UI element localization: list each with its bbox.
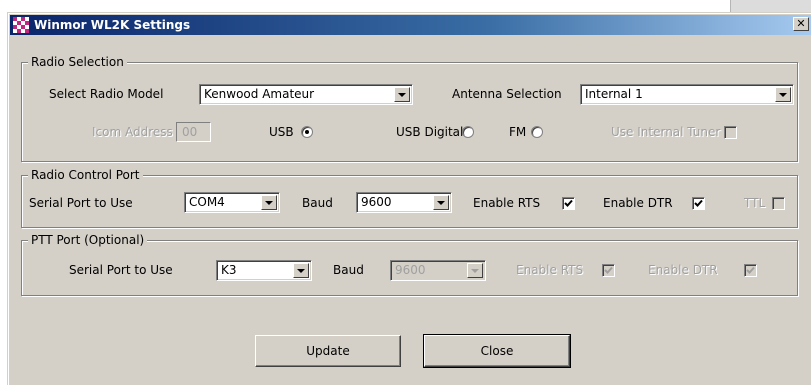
close-icon: ✕: [796, 17, 806, 30]
control-ttl-checkbox[interactable]: [772, 197, 785, 210]
radio-control-port-group: Radio Control Port Serial Port to Use CO…: [21, 168, 798, 228]
ptt-serial-port-select[interactable]: K3: [216, 260, 312, 281]
close-window-button[interactable]: ✕: [793, 17, 809, 31]
ptt-dtr-label: Enable DTR: [648, 263, 718, 277]
checkmark-icon: [604, 266, 613, 274]
fm-mode-label: FM: [509, 125, 527, 139]
usb-mode-radio[interactable]: [301, 126, 313, 138]
internal-tuner-label: Use Internal Tuner: [611, 125, 721, 139]
ptt-baud-value: 9600: [395, 263, 426, 277]
update-button[interactable]: Update: [255, 335, 401, 367]
antenna-selection-label: Antenna Selection: [452, 87, 562, 101]
fm-mode-radio[interactable]: [531, 126, 543, 138]
control-rts-label: Enable RTS: [473, 196, 541, 210]
control-dtr-checkbox[interactable]: [692, 197, 705, 210]
background-tab: [730, 0, 811, 12]
control-ttl-label: TTL: [744, 196, 766, 210]
app-icon: [13, 17, 29, 33]
usb-mode-label: USB: [269, 125, 294, 139]
control-serial-port-label: Serial Port to Use: [29, 196, 133, 210]
settings-dialog: Winmor WL2K Settings ✕ Radio Selection S…: [7, 12, 811, 385]
radio-model-value: Kenwood Amateur: [204, 87, 315, 101]
radio-selection-legend: Radio Selection: [28, 55, 127, 69]
ptt-rts-label: Enable RTS: [516, 263, 584, 277]
ptt-rts-checkbox[interactable]: [602, 264, 615, 277]
dropdown-arrow-icon[interactable]: [293, 263, 309, 278]
checkmark-icon: [564, 199, 573, 207]
radio-selection-group: Radio Selection Select Radio Model Kenwo…: [21, 55, 798, 162]
control-baud-label: Baud: [302, 196, 333, 210]
icom-address-input[interactable]: 00: [176, 122, 211, 142]
close-button[interactable]: Close: [423, 334, 571, 368]
checkmark-icon: [694, 199, 703, 207]
title-bar[interactable]: Winmor WL2K Settings ✕: [10, 15, 811, 35]
ptt-serial-port-value: K3: [221, 263, 237, 277]
ptt-dtr-checkbox[interactable]: [744, 264, 757, 277]
checkmark-icon: [746, 266, 755, 274]
ptt-port-legend: PTT Port (Optional): [28, 233, 148, 247]
icom-address-label: Icom Address: [92, 125, 173, 139]
ptt-baud-label: Baud: [333, 263, 364, 277]
background-strip: [0, 0, 811, 12]
control-baud-select[interactable]: 9600: [356, 192, 452, 213]
usb-digital-mode-radio[interactable]: [462, 126, 474, 138]
ptt-serial-port-label: Serial Port to Use: [69, 263, 173, 277]
dropdown-arrow-icon[interactable]: [433, 195, 449, 210]
antenna-select[interactable]: Internal 1: [580, 84, 794, 105]
antenna-value: Internal 1: [585, 87, 643, 101]
dropdown-arrow-icon[interactable]: [261, 195, 277, 210]
dropdown-arrow-icon[interactable]: [394, 87, 410, 102]
radio-model-select[interactable]: Kenwood Amateur: [199, 84, 413, 105]
radio-control-port-legend: Radio Control Port: [28, 168, 143, 182]
ptt-port-group: PTT Port (Optional) Serial Port to Use K…: [21, 233, 798, 296]
window-title: Winmor WL2K Settings: [34, 18, 191, 32]
dropdown-arrow-icon[interactable]: [467, 263, 483, 278]
radio-selected-dot: [305, 130, 309, 134]
ptt-baud-select[interactable]: 9600: [390, 260, 486, 281]
dropdown-arrow-icon[interactable]: [775, 87, 791, 102]
control-serial-port-value: COM4: [189, 195, 225, 209]
control-dtr-label: Enable DTR: [603, 196, 673, 210]
internal-tuner-checkbox[interactable]: [724, 126, 737, 139]
radio-model-label: Select Radio Model: [49, 87, 164, 101]
control-serial-port-select[interactable]: COM4: [184, 192, 280, 213]
icom-address-value: 00: [182, 125, 198, 139]
usb-digital-mode-label: USB Digital: [396, 125, 464, 139]
control-baud-value: 9600: [361, 195, 392, 209]
control-rts-checkbox[interactable]: [562, 197, 575, 210]
